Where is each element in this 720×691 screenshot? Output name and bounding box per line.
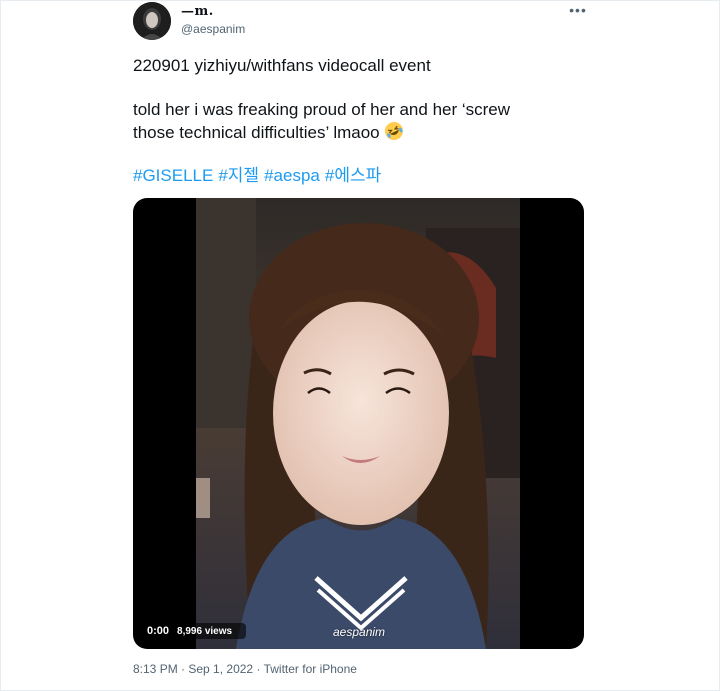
- video-view-count: 8,996 views: [177, 626, 233, 637]
- hashtag-list: #GISELLE #지젤 #aespa #에스파: [133, 165, 386, 187]
- hashtag-link[interactable]: #aespa: [264, 166, 320, 185]
- hashtag-link[interactable]: #에스파: [325, 166, 381, 185]
- video-player[interactable]: 0:00 8,996 views aespanim: [133, 198, 584, 649]
- tweet-metadata: 8:13 PM · Sep 1, 2022 · Twitter for iPho…: [133, 662, 357, 676]
- avatar[interactable]: [133, 2, 171, 40]
- video-frame[interactable]: [196, 198, 520, 649]
- avatar-image: [133, 2, 171, 40]
- video-time-badge: 0:00 8,996 views: [141, 623, 247, 639]
- tweet-text-line: 220901 yizhiyu/withfans videocall event: [133, 56, 431, 75]
- tweet-text-line-with-emoji: those technical difficulties’ lmaoo: [133, 121, 404, 144]
- rolling-on-floor-laughing-emoji-icon: [385, 122, 404, 140]
- more-options-button[interactable]: •••: [566, 2, 590, 22]
- video-watermark: aespanim: [333, 625, 386, 639]
- author-display-name[interactable]: —m.: [181, 4, 214, 19]
- tweet-date-link[interactable]: Sep 1, 2022: [188, 662, 253, 676]
- tweet-text-segment: those technical difficulties’ lmaoo: [133, 123, 380, 142]
- tweet-timestamp-link[interactable]: 8:13 PM: [133, 662, 178, 676]
- separator: ·: [253, 662, 264, 676]
- video-time: 0:00: [147, 625, 170, 637]
- video-thumbnail-image: [196, 198, 520, 649]
- tweet-source-link[interactable]: Twitter for iPhone: [264, 662, 357, 676]
- tweet-text-line: told her i was freaking proud of her and…: [133, 100, 511, 119]
- author-handle[interactable]: @aespanim: [181, 22, 245, 36]
- separator: ·: [177, 662, 189, 676]
- hashtag-link[interactable]: #지젤: [218, 166, 259, 185]
- hashtag-link[interactable]: #GISELLE: [133, 166, 213, 185]
